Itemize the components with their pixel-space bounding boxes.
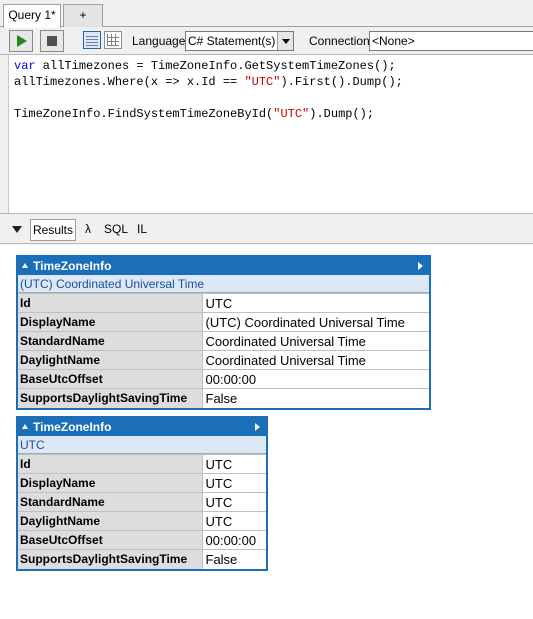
property-key: SupportsDaylightSavingTime [18,388,203,408]
table-row: DisplayName (UTC) Coordinated Universal T… [18,312,429,332]
table-row: SupportsDaylightSavingTime False [18,549,266,569]
property-key: DaylightName [18,511,203,531]
property-value: UTC [201,511,266,531]
dump-header[interactable]: TimeZoneInfo [18,257,429,275]
property-key: SupportsDaylightSavingTime [18,549,203,569]
stop-button[interactable] [40,30,64,52]
rich-text-icon [86,34,98,46]
code-line-4: TimeZoneInfo.FindSystemTimeZoneById("UTC… [14,107,375,121]
property-value: UTC [201,473,266,493]
connection-select[interactable]: <None> [369,31,533,51]
table-row: DaylightName Coordinated Universal Time [18,350,429,370]
results-to-rich-text-button[interactable] [83,31,101,49]
property-value: 00:00:00 [201,369,429,389]
results-to-grids-button[interactable] [104,31,122,49]
tab-query-1[interactable]: Query 1* [3,4,61,28]
code-text: var allTimezones = TimeZoneInfo.GetSyste… [9,55,533,122]
property-value: Coordinated Universal Time [201,350,429,370]
new-query-tab-button[interactable]: + [63,4,103,27]
property-value: Coordinated Universal Time [201,331,429,351]
connection-value: <None> [372,34,415,48]
chevron-down-icon[interactable] [277,32,293,50]
code-line-1: var allTimezones = TimeZoneInfo.GetSyste… [14,59,396,73]
property-table: Id UTC DisplayName (UTC) Coordinated Unive… [18,293,429,408]
property-table: Id UTC DisplayName UTC StandardName UTC Day… [18,454,266,569]
property-value: False [201,549,266,569]
property-key: StandardName [18,331,203,351]
table-row: StandardName UTC [18,492,266,512]
property-key: DaylightName [18,350,203,370]
query-toolbar: Language C# Statement(s) Connection <Non… [0,27,533,55]
tab-il[interactable]: IL [137,221,147,240]
table-row: BaseUtcOffset 00:00:00 [18,530,266,550]
collapse-icon [22,263,28,268]
results-tab-bar: Results λ SQL IL [0,213,533,244]
table-row: BaseUtcOffset 00:00:00 [18,369,429,389]
dump-type-name: TimeZoneInfo [33,259,112,273]
language-select[interactable]: C# Statement(s) [185,31,294,51]
property-key: Id [18,293,203,313]
property-value: UTC [201,293,429,313]
results-panel: TimeZoneInfo (UTC) Coordinated Universal… [0,245,533,619]
run-button[interactable] [9,30,33,52]
dump-type-name: TimeZoneInfo [33,420,112,434]
play-icon [17,35,27,47]
expand-right-icon[interactable] [418,262,423,270]
dump-table: TimeZoneInfo (UTC) Coordinated Universal… [16,255,431,410]
property-value: (UTC) Coordinated Universal Time [201,312,429,332]
property-key: Id [18,454,203,474]
property-key: DisplayName [18,312,203,332]
dump-table: TimeZoneInfo UTC Id UTC DisplayName UTC St… [16,416,268,571]
collapse-results-icon[interactable] [12,226,22,233]
language-label: Language [132,34,186,48]
code-editor[interactable]: var allTimezones = TimeZoneInfo.GetSyste… [8,55,533,213]
property-key: BaseUtcOffset [18,530,203,550]
connection-label: Connection [309,34,370,48]
property-value: False [201,388,429,408]
property-key: StandardName [18,492,203,512]
dump-subtitle: UTC [18,436,266,454]
tab-lambda[interactable]: λ [85,221,91,240]
table-row: Id UTC [18,293,429,313]
grid-icon [107,34,119,46]
property-key: DisplayName [18,473,203,493]
property-value: UTC [201,454,266,474]
table-row: DaylightName UTC [18,511,266,531]
table-row: DisplayName UTC [18,473,266,493]
code-line-2: allTimezones.Where(x => x.Id == "UTC").F… [14,75,403,89]
collapse-icon [22,424,28,429]
tab-sql[interactable]: SQL [104,221,128,240]
table-row: Id UTC [18,454,266,474]
table-row: StandardName Coordinated Universal Time [18,331,429,351]
query-tab-strip: Query 1* + [0,0,533,28]
dump-subtitle: (UTC) Coordinated Universal Time [18,275,429,293]
property-value: UTC [201,492,266,512]
table-row: SupportsDaylightSavingTime False [18,388,429,408]
property-key: BaseUtcOffset [18,369,203,389]
expand-right-icon[interactable] [255,423,260,431]
property-value: 00:00:00 [201,530,266,550]
dump-header[interactable]: TimeZoneInfo [18,418,266,436]
language-value: C# Statement(s) [188,34,276,48]
stop-icon [47,36,57,46]
tab-results[interactable]: Results [30,219,76,241]
